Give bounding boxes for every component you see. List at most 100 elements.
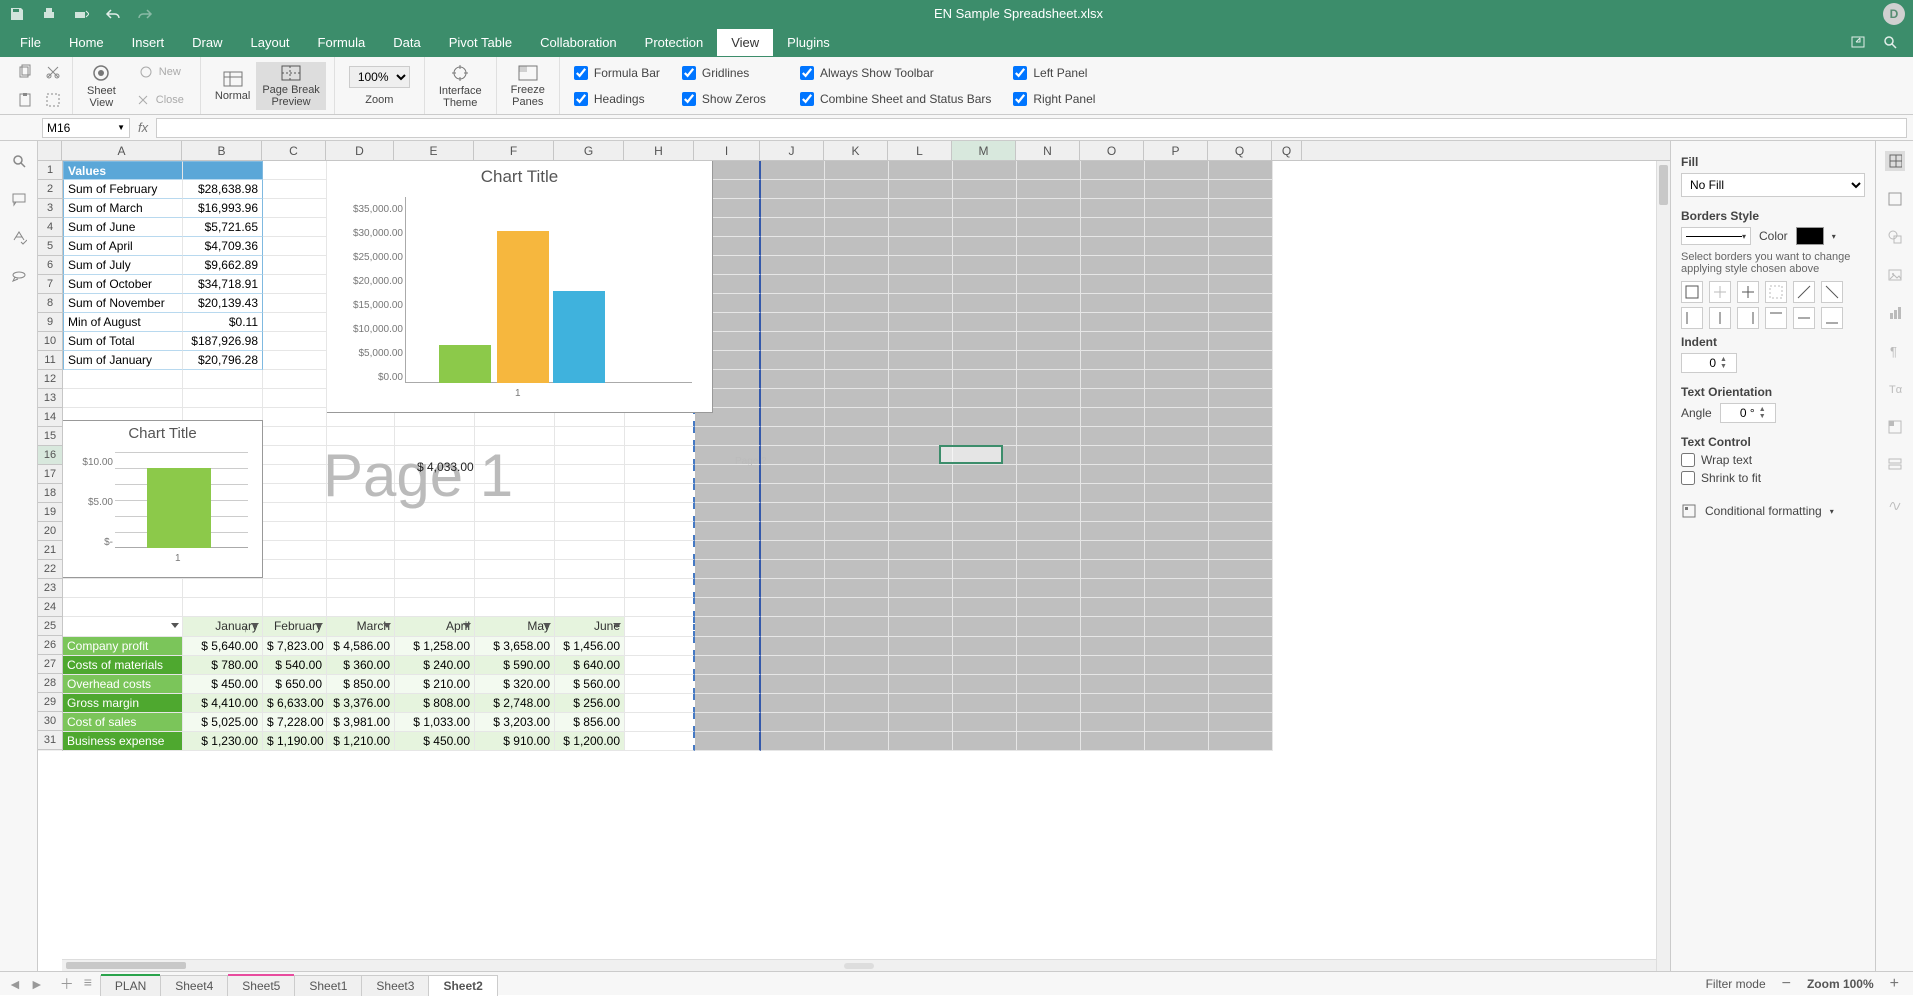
cell[interactable]: $187,926.98 (183, 332, 263, 351)
border-cross-icon[interactable] (1737, 281, 1759, 303)
cell[interactable] (1209, 161, 1273, 180)
cell[interactable] (953, 579, 1017, 598)
cell[interactable] (1081, 656, 1145, 675)
cell[interactable] (953, 675, 1017, 694)
cell[interactable]: $5,721.65 (183, 218, 263, 237)
cell[interactable]: Gross margin (63, 694, 183, 713)
cell[interactable] (953, 617, 1017, 637)
cell[interactable] (761, 465, 825, 484)
menu-collaboration[interactable]: Collaboration (526, 29, 631, 56)
cell[interactable] (953, 541, 1017, 560)
sheet-tab-plan[interactable]: PLAN (100, 975, 161, 996)
cell[interactable] (1209, 332, 1273, 351)
menu-formula[interactable]: Formula (304, 29, 380, 56)
angle-spinner[interactable]: ▲▼ (1720, 403, 1776, 423)
cell[interactable] (761, 313, 825, 332)
cell[interactable] (1081, 427, 1145, 446)
sheet-tab-sheet4[interactable]: Sheet4 (160, 975, 228, 996)
cell[interactable] (761, 713, 825, 732)
cell[interactable] (1209, 370, 1273, 389)
chk-right-panel[interactable]: Right Panel (1007, 89, 1101, 109)
cell[interactable] (1081, 332, 1145, 351)
cell[interactable] (889, 370, 953, 389)
chk-show-zeros[interactable]: Show Zeros (676, 89, 772, 109)
cell[interactable] (953, 694, 1017, 713)
cell[interactable] (953, 180, 1017, 199)
cell[interactable] (395, 560, 475, 579)
cell[interactable]: $34,718.91 (183, 275, 263, 294)
cell[interactable] (953, 484, 1017, 503)
row-header[interactable]: 6 (38, 256, 62, 275)
cell[interactable] (1017, 675, 1081, 694)
row-header[interactable]: 15 (38, 427, 62, 446)
cell[interactable] (1145, 332, 1209, 351)
cell[interactable] (695, 732, 761, 751)
cell[interactable] (889, 351, 953, 370)
cell[interactable] (1017, 237, 1081, 256)
cell[interactable] (1209, 617, 1273, 637)
cell[interactable] (889, 237, 953, 256)
chk-always-toolbar[interactable]: Always Show Toolbar (794, 63, 997, 83)
cell[interactable] (695, 541, 761, 560)
cell[interactable] (625, 541, 695, 560)
cell[interactable] (183, 579, 263, 598)
cell[interactable] (889, 579, 953, 598)
cell[interactable] (1081, 579, 1145, 598)
cell[interactable] (327, 579, 395, 598)
close-view-button[interactable]: Close (128, 89, 192, 111)
row-header[interactable]: 11 (38, 351, 62, 370)
cell[interactable] (1017, 389, 1081, 408)
cell[interactable] (1081, 637, 1145, 656)
cell[interactable] (1081, 694, 1145, 713)
cell[interactable] (825, 313, 889, 332)
cell[interactable]: Min of August (63, 313, 183, 332)
cell[interactable] (825, 465, 889, 484)
cell[interactable] (953, 199, 1017, 218)
cell[interactable]: $ 3,203.00 (475, 713, 555, 732)
cell[interactable] (1017, 694, 1081, 713)
row-header[interactable]: 26 (38, 636, 62, 655)
cell[interactable]: $ 640.00 (555, 656, 625, 675)
cell[interactable] (1209, 694, 1273, 713)
cell[interactable] (1209, 541, 1273, 560)
cell[interactable] (825, 617, 889, 637)
cell[interactable] (625, 713, 695, 732)
chk-formula-bar[interactable]: Formula Bar (568, 63, 666, 83)
sheet-tab-sheet2[interactable]: Sheet2 (428, 975, 497, 996)
row-header[interactable]: 22 (38, 560, 62, 579)
menu-file[interactable]: File (6, 29, 55, 56)
cell[interactable] (475, 465, 555, 484)
zoom-in-icon[interactable]: + (1886, 975, 1903, 993)
cell[interactable] (1145, 237, 1209, 256)
cell[interactable] (953, 503, 1017, 522)
cell[interactable] (263, 408, 327, 427)
cell[interactable] (395, 541, 475, 560)
cell[interactable] (183, 389, 263, 408)
cell[interactable] (1145, 560, 1209, 579)
cell[interactable] (825, 218, 889, 237)
cell[interactable] (1209, 408, 1273, 427)
cell[interactable]: Company profit (63, 637, 183, 656)
cell[interactable]: $ 1,230.00 (183, 732, 263, 751)
image-settings-icon[interactable] (1885, 265, 1905, 285)
select-all-corner[interactable] (38, 141, 62, 160)
cell[interactable] (761, 389, 825, 408)
cell[interactable] (825, 522, 889, 541)
cell[interactable] (263, 560, 327, 579)
cell[interactable]: $ 256.00 (555, 694, 625, 713)
cell[interactable]: Values (63, 161, 183, 180)
cell[interactable] (695, 560, 761, 579)
cell[interactable]: $ 560.00 (555, 675, 625, 694)
row-header[interactable]: 21 (38, 541, 62, 560)
cell[interactable] (1209, 180, 1273, 199)
cell[interactable] (695, 598, 761, 617)
cell[interactable]: Business expense (63, 732, 183, 751)
cell[interactable] (625, 484, 695, 503)
cell[interactable] (1081, 598, 1145, 617)
cell[interactable] (1145, 275, 1209, 294)
cell[interactable] (825, 675, 889, 694)
cell[interactable]: $ 6,633.00 (263, 694, 327, 713)
cell[interactable] (761, 675, 825, 694)
cell[interactable] (263, 351, 327, 370)
cell[interactable] (1017, 294, 1081, 313)
